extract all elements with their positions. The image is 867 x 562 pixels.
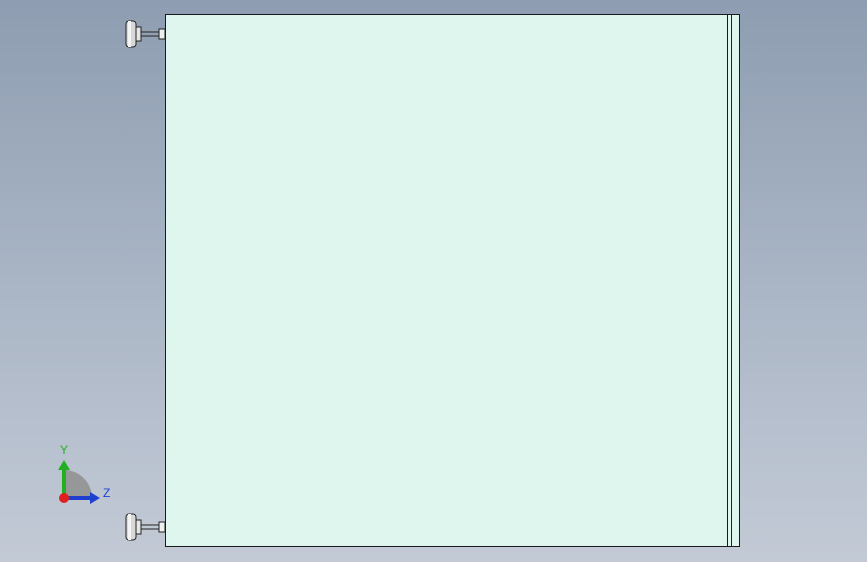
z-axis-label: Z bbox=[103, 486, 111, 500]
part-side-edge[interactable] bbox=[728, 14, 740, 547]
leveling-foot-top-icon[interactable] bbox=[125, 18, 165, 52]
leveling-foot-bottom-icon[interactable] bbox=[125, 511, 165, 545]
part-front-face[interactable] bbox=[165, 14, 728, 547]
y-axis-label: Y bbox=[60, 443, 69, 457]
cad-viewport[interactable]: Y Z bbox=[0, 0, 867, 562]
